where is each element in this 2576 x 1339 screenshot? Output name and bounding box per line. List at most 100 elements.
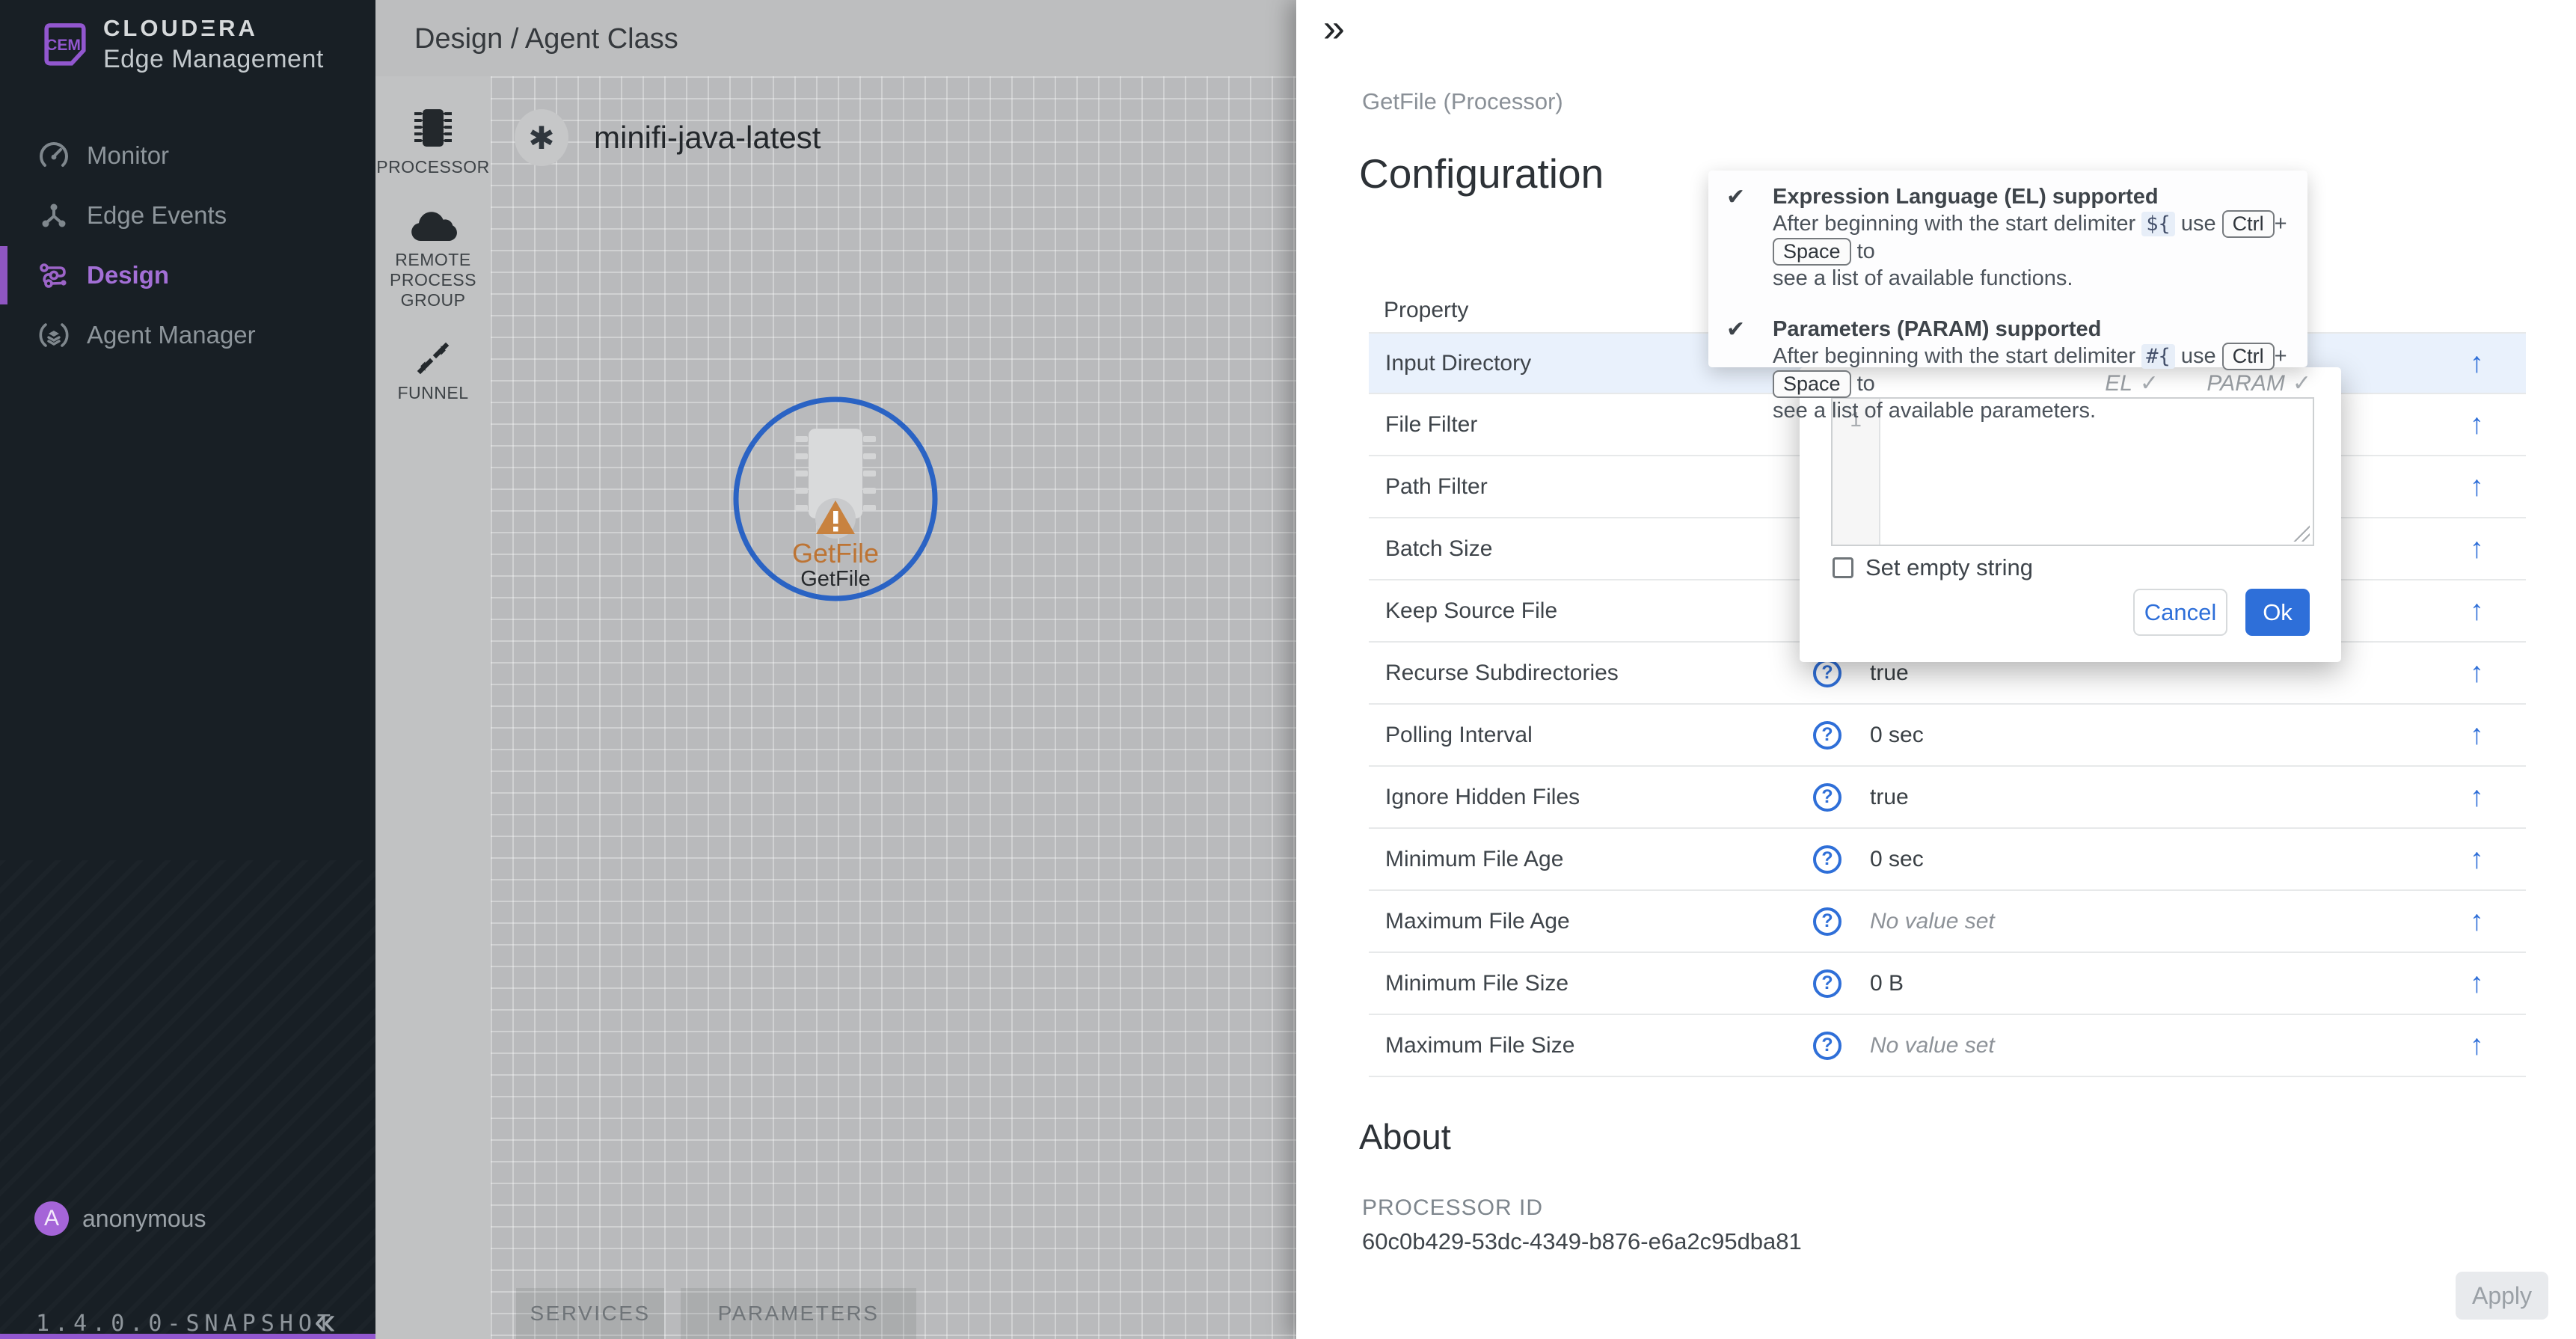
help-icon[interactable]: ? xyxy=(1813,659,1841,687)
apply-button[interactable]: Apply xyxy=(2456,1272,2548,1320)
set-empty-string-option[interactable]: Set empty string xyxy=(1833,554,2033,581)
tab-services[interactable]: SERVICES xyxy=(516,1288,664,1339)
brand-text: CLOUDΞRA Edge Management xyxy=(103,15,324,74)
property-name: Batch Size xyxy=(1385,536,1492,562)
editor-buttons: Cancel Ok xyxy=(2133,589,2310,636)
panel-collapse-icon[interactable]: » xyxy=(1323,6,1345,51)
tool-processor[interactable]: PROCESSOR xyxy=(375,105,491,177)
brand-edge-management: Edge Management xyxy=(103,45,324,74)
property-row[interactable]: Ignore Hidden Files ? true ↑ xyxy=(1369,767,2526,829)
tool-label: PROCESSOR xyxy=(375,157,491,177)
sidebar-item-agent-manager[interactable]: Agent Manager xyxy=(0,305,375,365)
sidebar-item-design[interactable]: Design xyxy=(0,245,375,305)
override-arrow-icon[interactable]: ↑ xyxy=(2470,408,2484,441)
canvas-bottom-tabs: SERVICES PARAMETERS xyxy=(491,1288,1296,1339)
active-item-indicator xyxy=(0,246,7,304)
tool-funnel[interactable]: FUNNEL xyxy=(375,340,491,403)
ctrl-key-chip: Ctrl xyxy=(2222,210,2275,238)
param-supported-block: ✔ Parameters (PARAM) supported After beg… xyxy=(1726,316,2293,424)
configuration-title: Configuration xyxy=(1359,150,1604,197)
help-icon[interactable]: ? xyxy=(1813,1032,1841,1060)
sidebar-item-label: Agent Manager xyxy=(87,321,256,349)
tooltip-text: to xyxy=(1857,372,1875,396)
flow-name: minifi-java-latest xyxy=(594,120,821,156)
set-empty-string-checkbox[interactable] xyxy=(1833,557,1853,578)
tool-remote-process-group[interactable]: REMOTE PROCESS GROUP xyxy=(375,209,491,310)
override-arrow-icon[interactable]: ↑ xyxy=(2470,967,2484,999)
help-icon[interactable]: ? xyxy=(1813,721,1841,750)
panel-subtitle: GetFile (Processor) xyxy=(1362,88,1563,115)
property-name: Maximum File Size xyxy=(1385,1033,1574,1058)
ok-button[interactable]: Ok xyxy=(2245,589,2310,636)
override-arrow-icon[interactable]: ↑ xyxy=(2470,595,2484,627)
property-value: true xyxy=(1870,661,1909,686)
tool-label: FUNNEL xyxy=(375,383,491,403)
processor-node-getfile[interactable]: GetFile GetFile xyxy=(729,393,954,617)
help-icon[interactable]: ? xyxy=(1813,845,1841,874)
component-toolbar: PROCESSOR REMOTE PROCESS GROUP FUNNEL xyxy=(375,76,491,1339)
space-key-chip: Space xyxy=(1773,370,1851,398)
processor-id-value: 60c0b429-53dc-4349-b876-e6a2c95dba81 xyxy=(1362,1228,1802,1255)
el-supported-heading: Expression Language (EL) supported xyxy=(1773,184,2293,210)
cancel-button[interactable]: Cancel xyxy=(2133,589,2227,636)
sidebar-item-monitor[interactable]: Monitor xyxy=(0,126,375,186)
topbar: Design / Agent Class xyxy=(375,0,1296,76)
flow-canvas[interactable]: ✱ minifi-java-latest GetFile GetFile xyxy=(491,76,1296,1339)
help-icon[interactable]: ? xyxy=(1813,969,1841,998)
override-arrow-icon[interactable]: ↑ xyxy=(2470,533,2484,565)
property-value: 0 sec xyxy=(1870,847,1924,872)
tooltip-text: see a list of available parameters. xyxy=(1773,399,2096,423)
property-value: true xyxy=(1870,785,1909,810)
cem-app: CEM CLOUDΞRA Edge Management Monitor xyxy=(0,0,2576,1339)
tooltip-text: use xyxy=(2181,212,2216,236)
flow-icon xyxy=(39,260,69,290)
override-arrow-icon[interactable]: ↑ xyxy=(2470,1029,2484,1061)
avatar: A xyxy=(34,1201,69,1236)
sidebar-item-label: Monitor xyxy=(87,141,169,170)
override-arrow-icon[interactable]: ↑ xyxy=(2470,657,2484,689)
property-name: File Filter xyxy=(1385,412,1477,438)
property-name: Recurse Subdirectories xyxy=(1385,661,1619,686)
property-row[interactable]: Polling Interval ? 0 sec ↑ xyxy=(1369,705,2526,767)
property-value: 0 sec xyxy=(1870,723,1924,748)
username: anonymous xyxy=(82,1205,206,1233)
editor-resize-handle[interactable] xyxy=(2290,522,2310,542)
tab-parameters[interactable]: PARAMETERS xyxy=(681,1288,916,1339)
override-arrow-icon[interactable]: ↑ xyxy=(2470,843,2484,875)
sidebar-collapse-icon[interactable]: « xyxy=(314,1299,336,1339)
flow-title: ✱ minifi-java-latest xyxy=(515,109,821,166)
property-row[interactable]: Minimum File Age ? 0 sec ↑ xyxy=(1369,829,2526,891)
property-name: Ignore Hidden Files xyxy=(1385,785,1580,810)
sidebar-item-label: Design xyxy=(87,261,169,289)
space-key-chip: Space xyxy=(1773,238,1851,266)
sidebar: CEM CLOUDΞRA Edge Management Monitor xyxy=(0,0,375,1339)
sidebar-item-label: Edge Events xyxy=(87,201,227,230)
gauge-icon xyxy=(39,141,69,171)
override-arrow-icon[interactable]: ↑ xyxy=(2470,347,2484,379)
brand-cloudera: CLOUDΞRA xyxy=(103,15,324,42)
override-arrow-icon[interactable]: ↑ xyxy=(2470,719,2484,751)
tooltip-text: After beginning with the start delimiter xyxy=(1773,212,2135,236)
el-delimiter-chip: ${ xyxy=(2141,212,2175,236)
column-header-property: Property xyxy=(1384,298,1468,323)
user-menu[interactable]: A anonymous xyxy=(34,1201,206,1236)
tooltip-text: see a list of available functions. xyxy=(1773,266,2073,290)
override-arrow-icon[interactable]: ↑ xyxy=(2470,471,2484,503)
override-arrow-icon[interactable]: ↑ xyxy=(2470,905,2484,937)
override-arrow-icon[interactable]: ↑ xyxy=(2470,781,2484,813)
node-name-label: GetFile xyxy=(800,567,870,591)
sidebar-item-edge-events[interactable]: Edge Events xyxy=(0,186,375,245)
sidebar-nav: Monitor Edge Events xyxy=(0,126,375,365)
app-logo[interactable]: CEM CLOUDΞRA Edge Management xyxy=(42,15,324,74)
property-row[interactable]: Maximum File Age ? No value set ↑ xyxy=(1369,891,2526,953)
property-row[interactable]: Minimum File Size ? 0 B ↑ xyxy=(1369,953,2526,1015)
hub-icon xyxy=(39,200,69,230)
ctrl-key-chip: Ctrl xyxy=(2222,343,2275,370)
param-supported-heading: Parameters (PARAM) supported xyxy=(1773,316,2293,343)
help-icon[interactable]: ? xyxy=(1813,783,1841,812)
help-icon[interactable]: ? xyxy=(1813,907,1841,936)
property-row[interactable]: Maximum File Size ? No value set ↑ xyxy=(1369,1015,2526,1077)
processor-chip-icon xyxy=(411,105,455,151)
cem-logo-icon: CEM xyxy=(42,22,88,68)
plus-sign: + xyxy=(2275,212,2287,236)
